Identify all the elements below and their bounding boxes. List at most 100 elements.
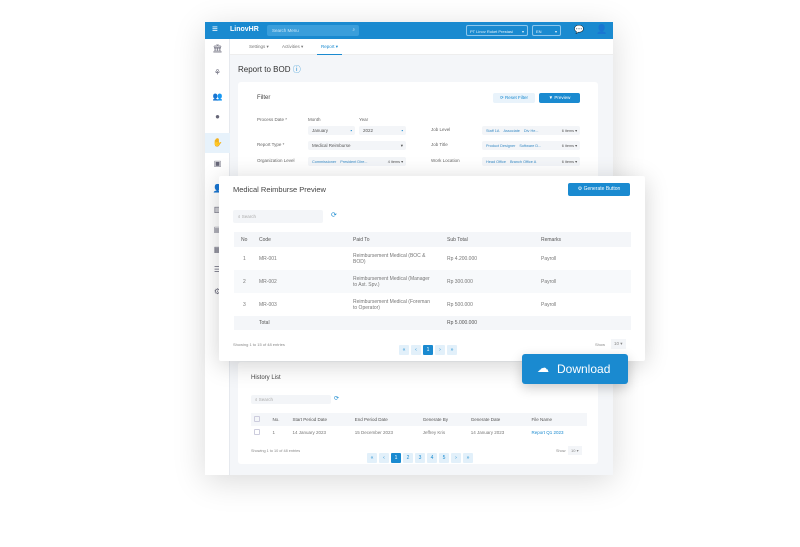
- show-label: Show: [595, 342, 606, 347]
- cell: 14 January 2023: [292, 429, 326, 435]
- chevron-down-icon: ▾: [521, 29, 524, 34]
- refresh-icon[interactable]: ⟳: [331, 211, 337, 219]
- employees-icon[interactable]: 👥: [212, 92, 223, 101]
- column-header: Paid To: [350, 232, 444, 247]
- calendar-icon: ▪: [350, 128, 352, 133]
- preview-search-input[interactable]: ⌕ Search: [233, 210, 323, 223]
- job-title-select[interactable]: Product Designer Software D... 6 items ▾: [482, 141, 580, 150]
- gear-icon: ⚙: [577, 186, 583, 192]
- select-all-checkbox[interactable]: [254, 416, 260, 422]
- page-size-value: 10: [571, 448, 576, 453]
- page-button[interactable]: 2: [403, 453, 413, 463]
- page-button[interactable]: 3: [415, 453, 425, 463]
- time-icon[interactable]: ●: [212, 112, 223, 121]
- history-page-size-select[interactable]: 10 ▾: [568, 446, 582, 455]
- column-header: No.: [269, 413, 290, 426]
- column-header: Sub Total: [444, 232, 538, 247]
- prev-page-button[interactable]: ‹: [379, 453, 389, 463]
- info-icon[interactable]: ⓘ: [293, 65, 301, 74]
- chevron-down-icon: ▾: [554, 29, 557, 34]
- history-pagination: «‹ 1 2 3 4 5 ›»: [367, 446, 475, 464]
- cell: 1: [243, 255, 246, 262]
- refresh-icon[interactable]: ⟳: [334, 395, 339, 402]
- tab-settings[interactable]: Settings ▾: [249, 44, 269, 50]
- company-value: PT Linov Roket Prestasi: [470, 29, 513, 34]
- preview-page-size-select[interactable]: 10 ▾: [611, 339, 626, 349]
- entries-info: Showing 1 to 10 of 48 entries: [251, 449, 301, 453]
- org-level-label: Organization Level: [257, 158, 295, 163]
- prev-page-button[interactable]: ‹: [411, 345, 421, 355]
- tab-report[interactable]: Report ▾: [317, 44, 343, 55]
- column-header: File Name: [528, 413, 587, 426]
- next-page-button[interactable]: ›: [435, 345, 445, 355]
- cell: MR-003: [259, 301, 277, 308]
- page-button[interactable]: 4: [427, 453, 437, 463]
- total-label: Total: [259, 320, 270, 326]
- cell: MR-002: [259, 278, 277, 285]
- cell: Rp 4.200.000: [447, 255, 478, 262]
- preview-pagination: «‹ 1 ›»: [399, 338, 459, 356]
- file-link[interactable]: Report Q1 2023: [529, 426, 587, 438]
- cell: 1: [272, 429, 275, 435]
- year-value: 2022: [363, 128, 374, 133]
- payroll-icon[interactable]: ▣: [212, 159, 223, 168]
- more-count: 6 items ▾: [561, 160, 577, 164]
- company-icon[interactable]: 🏛: [212, 44, 223, 53]
- hamburger-menu-icon[interactable]: ≡: [212, 24, 218, 35]
- year-input[interactable]: 2022 ▪: [359, 126, 406, 135]
- last-page-button[interactable]: »: [447, 345, 457, 355]
- download-button[interactable]: ☁ Download: [522, 354, 628, 384]
- language-value: EN: [536, 29, 542, 34]
- report-type-label: Report Type *: [257, 142, 285, 147]
- chat-icon[interactable]: 💬: [574, 25, 584, 34]
- table-row: 3 MR-003 Reimbursement Medical (Foreman to…: [234, 293, 631, 316]
- tab-activities[interactable]: Activities ▾: [282, 44, 303, 50]
- chip: Commissioner: [312, 160, 337, 164]
- work-location-select[interactable]: Head Office Branch Office A 6 items ▾: [482, 157, 580, 166]
- table-row: 1 14 January 2023 15 December 2023 Jeffrey …: [251, 426, 587, 438]
- language-select[interactable]: EN ▾: [532, 25, 561, 36]
- chip: Product Designer: [486, 144, 516, 148]
- calendar-icon: ▪: [401, 128, 403, 133]
- chip: Software D...: [519, 144, 542, 148]
- report-type-select[interactable]: Medical Reimburse ▾: [308, 141, 406, 150]
- reset-filter-button[interactable]: ⟳ Reset Filter: [493, 93, 535, 103]
- next-page-button[interactable]: ›: [451, 453, 461, 463]
- brand-logo: LinovHR: [230, 26, 259, 33]
- menu-search-input[interactable]: Search Menu ⌕: [267, 25, 359, 36]
- chip: Associate: [503, 129, 520, 133]
- job-level-select[interactable]: Staff 1A Associate Div He... 6 items ▾: [482, 126, 580, 135]
- page-size-value: 10: [614, 341, 620, 346]
- page-button[interactable]: 1: [423, 345, 433, 355]
- first-page-button[interactable]: «: [367, 453, 377, 463]
- preview-label: Preview: [554, 95, 571, 100]
- last-page-button[interactable]: »: [463, 453, 473, 463]
- work-location-label: Work Location: [431, 158, 460, 163]
- history-search-input[interactable]: ⌕ Search: [251, 395, 331, 404]
- reimbursement-icon[interactable]: ✋: [205, 133, 230, 153]
- cell: 2: [243, 278, 246, 285]
- org-level-select[interactable]: Commissioner President Dire... 4 items ▾: [308, 157, 406, 166]
- first-page-button[interactable]: «: [399, 345, 409, 355]
- row-checkbox[interactable]: [254, 428, 260, 435]
- organization-icon[interactable]: ⚘: [212, 68, 223, 77]
- page-button[interactable]: 1: [391, 453, 401, 463]
- cell: 15 December 2023: [354, 429, 393, 435]
- preview-button[interactable]: ▼ Preview: [539, 93, 580, 103]
- page-button[interactable]: 5: [439, 453, 449, 463]
- company-select[interactable]: PT Linov Roket Prestasi ▾: [466, 25, 528, 36]
- show-label: Show: [556, 449, 566, 453]
- cell: 3: [243, 301, 246, 308]
- generate-button[interactable]: ⚙ Generate Button: [568, 183, 630, 196]
- cell: MR-001: [259, 255, 277, 262]
- month-input[interactable]: January ▪: [308, 126, 355, 135]
- cell: Reimbursement Medical (Manager to Ast. S…: [353, 275, 430, 288]
- preview-table: No Code Paid To Sub Total Remarks 1 MR-001 Rei…: [234, 232, 631, 330]
- search-icon: ⌕: [238, 214, 241, 219]
- user-icon[interactable]: 👤: [596, 24, 607, 35]
- cell: Reimbursement Medical (Foreman to Operat…: [353, 298, 430, 311]
- table-row: 2 MR-002 Reimbursement Medical (Manager to…: [234, 270, 631, 293]
- history-title: History List: [251, 375, 281, 381]
- filter-card: Filter ⟳ Reset Filter ▼ Preview Process …: [238, 82, 598, 182]
- more-count: 6 items ▾: [561, 144, 577, 148]
